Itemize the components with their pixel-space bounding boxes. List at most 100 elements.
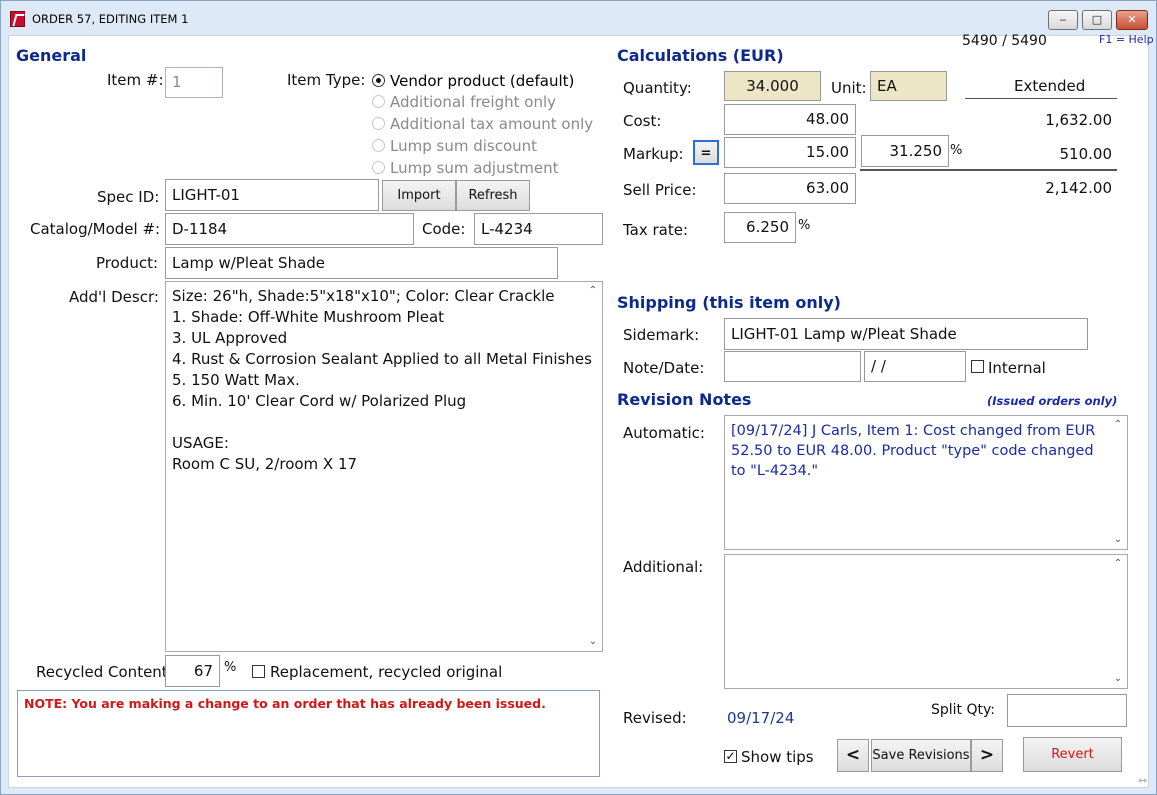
radio-label-lump-discount: Lump sum discount [390, 137, 538, 155]
sell-price-field[interactable]: 63.00 [724, 173, 856, 204]
descr-line [172, 413, 596, 434]
previous-revision-button[interactable]: < [837, 739, 869, 772]
catalog-label: Catalog/Model #: [30, 220, 161, 238]
minimize-icon: ‒ [1059, 13, 1067, 26]
internal-label: Internal [988, 359, 1046, 377]
automatic-revision-text: [09/17/24] J Carls, Item 1: Cost changed… [731, 423, 1096, 479]
form-area: 5490 / 5490 F1 = Help General Item #: 1 … [8, 33, 1154, 788]
help-hint: F1 = Help [1099, 33, 1154, 46]
spec-id-label: Spec ID: [97, 188, 160, 206]
extended-header: Extended [1014, 77, 1086, 95]
automatic-revisions-textarea[interactable]: [09/17/24] J Carls, Item 1: Cost changed… [724, 415, 1128, 550]
internal-checkbox[interactable] [971, 360, 984, 373]
scroll-up-icon[interactable]: ⌃ [1111, 418, 1125, 432]
markup-equals-button[interactable]: = [693, 140, 719, 165]
additional-label: Additional: [623, 558, 704, 576]
markup-amount-field[interactable]: 15.00 [724, 137, 856, 168]
radio-lump-adjustment[interactable] [372, 161, 385, 174]
radio-freight-only[interactable] [372, 95, 385, 108]
descr-line: Size: 26"h, Shade:5"x18"x10"; Color: Cle… [172, 287, 555, 305]
shipping-heading: Shipping (this item only) [617, 293, 841, 312]
maximize-button[interactable]: □ [1082, 10, 1112, 30]
scroll-up-icon[interactable]: ⌃ [586, 284, 600, 298]
maximize-icon: □ [1091, 13, 1103, 26]
radio-label-freight-only: Additional freight only [390, 93, 556, 111]
catalog-field[interactable]: D-1184 [165, 213, 414, 245]
tax-rate-label: Tax rate: [623, 221, 689, 239]
show-tips-checkbox[interactable]: ✓ [724, 750, 737, 763]
sell-extended: 2,142.00 [1045, 179, 1112, 197]
calculations-heading: Calculations (EUR) [617, 46, 784, 65]
code-label: Code: [422, 220, 466, 238]
radio-label-tax-only: Additional tax amount only [390, 115, 594, 133]
note-date-label: Note/Date: [623, 359, 705, 377]
shipping-note-field[interactable] [724, 351, 861, 382]
radio-label-lump-adjustment: Lump sum adjustment [390, 159, 559, 177]
additional-revisions-textarea[interactable]: ⌃ ⌄ [724, 554, 1128, 689]
radio-label-vendor-product: Vendor product (default) [390, 72, 575, 90]
close-icon: ✕ [1127, 13, 1137, 26]
replacement-label: Replacement, recycled original [270, 663, 503, 681]
recycled-label: Recycled Content: [36, 663, 173, 681]
code-field[interactable]: L-4234 [474, 213, 603, 245]
radio-vendor-product[interactable] [372, 74, 385, 87]
sidemark-label: Sidemark: [623, 326, 700, 344]
item-type-label: Item Type: [287, 71, 366, 89]
item-number-label: Item #: [107, 71, 164, 89]
recycled-field[interactable]: 67 [165, 655, 220, 687]
cost-label: Cost: [623, 112, 662, 130]
split-qty-label: Split Qty: [931, 702, 995, 718]
shipping-date-field[interactable]: / / [864, 351, 966, 382]
quantity-label: Quantity: [623, 79, 692, 97]
scroll-up-icon[interactable]: ⌃ [1111, 557, 1125, 571]
extended-total-rule [860, 169, 1117, 171]
descr-line: USAGE: [172, 434, 229, 452]
item-number-field: 1 [165, 67, 223, 98]
automatic-label: Automatic: [623, 424, 705, 442]
replacement-checkbox[interactable] [252, 665, 265, 678]
spec-id-field[interactable]: LIGHT-01 [165, 179, 379, 211]
issued-order-note: NOTE: You are making a change to an orde… [17, 690, 600, 777]
issued-orders-hint: (Issued orders only) [987, 394, 1118, 408]
split-qty-field[interactable] [1007, 694, 1127, 727]
sidemark-field[interactable]: LIGHT-01 Lamp w/Pleat Shade [724, 318, 1088, 350]
tax-rate-field[interactable]: 6.250 [724, 212, 796, 243]
refresh-button[interactable]: Refresh [456, 180, 530, 211]
title-bar[interactable]: ORDER 57, EDITING ITEM 1 ‒ □ ✕ [1, 1, 1156, 35]
scroll-down-icon[interactable]: ⌄ [586, 635, 600, 649]
revised-label: Revised: [623, 709, 687, 727]
next-revision-button[interactable]: > [971, 739, 1003, 772]
order-edit-window: ORDER 57, EDITING ITEM 1 ‒ □ ✕ 5490 / 54… [0, 0, 1157, 795]
markup-percent-field[interactable]: 31.250 [861, 135, 949, 167]
unit-field[interactable]: EA [870, 71, 947, 101]
scroll-down-icon[interactable]: ⌄ [1111, 672, 1125, 686]
general-heading: General [16, 46, 87, 65]
import-button[interactable]: Import [382, 180, 456, 211]
quantity-field[interactable]: 34.000 [724, 71, 821, 101]
show-tips-label: Show tips [741, 748, 814, 766]
descr-line: 1. Shade: Off-White Mushroom Pleat [172, 308, 445, 326]
resize-grip-icon[interactable]: ⇿ [1138, 774, 1147, 787]
minimize-button[interactable]: ‒ [1048, 10, 1078, 30]
product-field[interactable]: Lamp w/Pleat Shade [165, 247, 558, 279]
descr-line: 5. 150 Watt Max. [172, 371, 300, 389]
product-label: Product: [96, 254, 159, 272]
window-title: ORDER 57, EDITING ITEM 1 [32, 12, 189, 26]
descr-line: 3. UL Approved [172, 329, 288, 347]
revision-notes-heading: Revision Notes [617, 390, 752, 409]
save-revisions-button[interactable]: Save Revisions [871, 739, 971, 772]
unit-label: Unit: [831, 79, 867, 97]
cost-extended: 1,632.00 [1045, 111, 1112, 129]
scroll-down-icon[interactable]: ⌄ [1111, 533, 1125, 547]
radio-lump-discount[interactable] [372, 139, 385, 152]
addl-descr-label: Add'l Descr: [69, 288, 159, 306]
cost-field[interactable]: 48.00 [724, 104, 856, 135]
addl-descr-textarea[interactable]: Size: 26"h, Shade:5"x18"x10"; Color: Cle… [165, 281, 603, 652]
revert-button[interactable]: Revert [1023, 737, 1122, 772]
close-button[interactable]: ✕ [1116, 10, 1148, 30]
markup-label: Markup: [623, 145, 684, 163]
extended-underline [965, 98, 1117, 99]
tax-percent-sign: % [798, 218, 811, 233]
markup-extended: 510.00 [1059, 145, 1113, 163]
radio-tax-only[interactable] [372, 117, 385, 130]
